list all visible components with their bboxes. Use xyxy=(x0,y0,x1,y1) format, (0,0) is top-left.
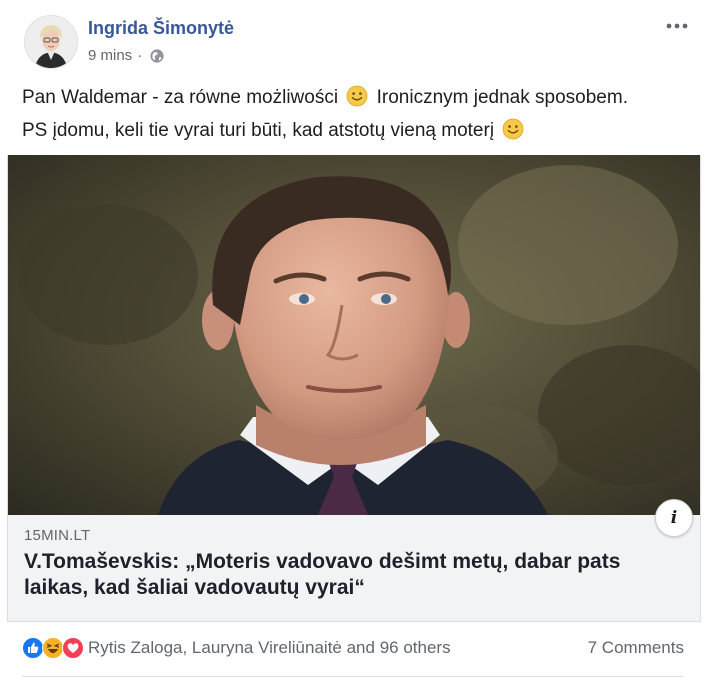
reactors-text[interactable]: Rytis Zaloga, Lauryna Vireliūnaitė and 9… xyxy=(88,638,451,658)
preview-headline[interactable]: V.Tomaševskis: „Moteris vadovavo dešimt … xyxy=(24,549,674,601)
post-text-part-2: Ironicznym jednak sposobem. xyxy=(376,87,628,108)
author-name[interactable]: Ingrida Šimonytė xyxy=(88,18,234,39)
smiling-face-emoji-icon xyxy=(346,85,368,107)
avatar-image xyxy=(25,16,77,68)
post-text-line-2: PS įdomu, keli tie vyrai turi būti, kad … xyxy=(22,118,527,142)
portrait-photo xyxy=(8,155,700,515)
preview-domain: 15min.lt xyxy=(24,527,91,544)
meta-separator: · xyxy=(137,47,143,64)
reaction-icons[interactable] xyxy=(22,637,84,659)
post-text-part-1: Pan Waldemar - za równe możliwości xyxy=(22,87,339,108)
globe-icon[interactable] xyxy=(149,48,165,64)
post-text-ps: PS įdomu, keli tie vyrai turi būti, kad … xyxy=(22,120,495,141)
info-icon: i xyxy=(670,508,678,528)
post-meta: 9 mins · xyxy=(88,47,165,64)
footer-divider xyxy=(22,676,683,677)
smiling-face-emoji-icon xyxy=(502,118,524,140)
link-preview[interactable]: i 15min.lt V.Tomaševskis: „Moteris vadov… xyxy=(7,155,701,622)
post-timestamp[interactable]: 9 mins xyxy=(88,47,132,64)
preview-photo[interactable] xyxy=(8,155,700,515)
more-options-icon[interactable] xyxy=(665,16,689,36)
haha-icon[interactable] xyxy=(42,637,64,659)
info-button[interactable]: i xyxy=(655,499,693,537)
post-card: Ingrida Šimonytė 9 mins · Pan Waldemar -… xyxy=(0,0,705,681)
author-avatar[interactable] xyxy=(24,15,78,69)
reactions-bar[interactable]: Rytis Zaloga, Lauryna Vireliūnaitė and 9… xyxy=(22,634,451,662)
post-text-line-1: Pan Waldemar - za równe możliwości Ironi… xyxy=(22,85,628,109)
comments-count[interactable]: 7 Comments xyxy=(588,638,684,658)
like-icon[interactable] xyxy=(22,637,44,659)
love-icon[interactable] xyxy=(62,637,84,659)
